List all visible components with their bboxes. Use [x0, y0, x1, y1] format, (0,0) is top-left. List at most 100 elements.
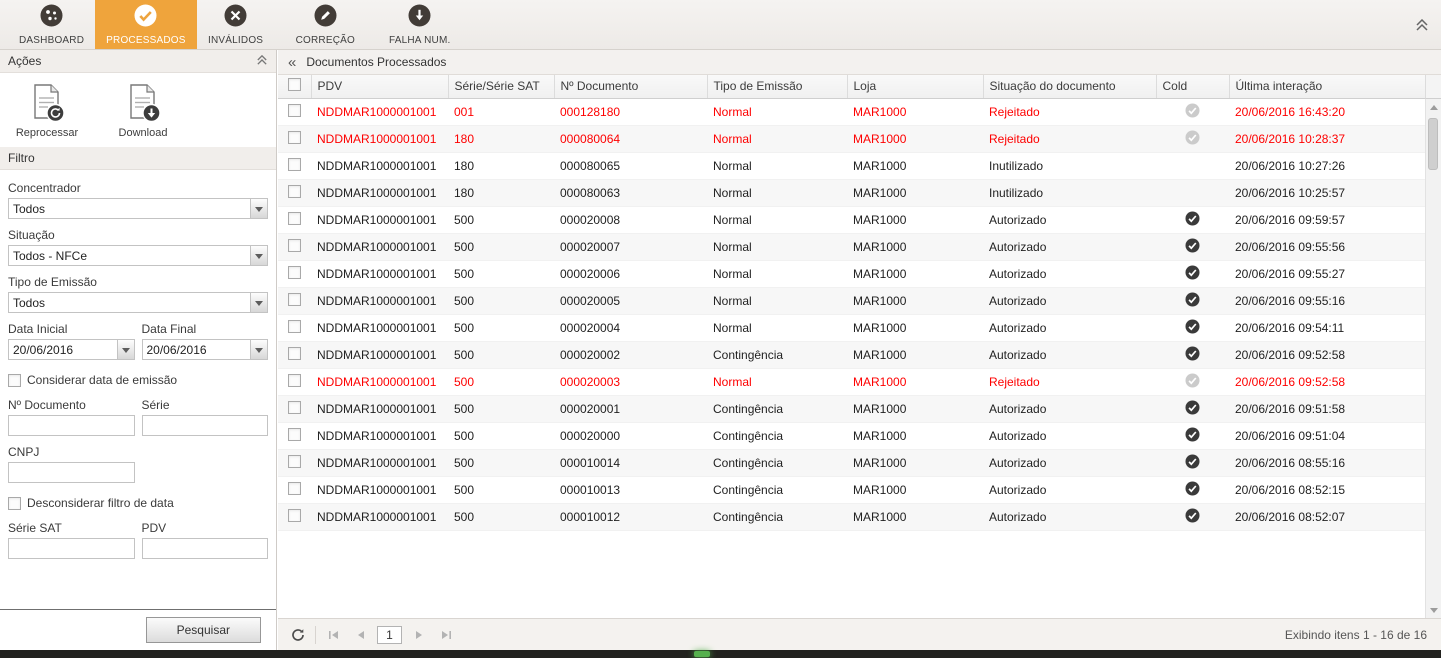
collapse-ribbon-icon[interactable] [1415, 18, 1429, 36]
row-select-cell[interactable] [278, 449, 311, 476]
row-checkbox[interactable] [288, 104, 301, 117]
row-select-cell[interactable] [278, 422, 311, 449]
tab-invalidos[interactable]: INVÁLIDOS [197, 0, 275, 49]
row-checkbox[interactable] [288, 482, 301, 495]
collapse-actions-icon[interactable] [256, 54, 268, 68]
pdv-input[interactable] [142, 538, 269, 559]
table-row[interactable]: NDDMAR1000001001500000020005NormalMAR100… [278, 287, 1425, 314]
search-button[interactable]: Pesquisar [146, 617, 261, 643]
table-row[interactable]: NDDMAR1000001001500000020008NormalMAR100… [278, 206, 1425, 233]
row-checkbox[interactable] [288, 320, 301, 333]
row-select-cell[interactable] [278, 314, 311, 341]
row-checkbox[interactable] [288, 455, 301, 468]
row-select-cell[interactable] [278, 395, 311, 422]
scroll-up-icon[interactable] [1426, 99, 1441, 115]
table-row[interactable]: NDDMAR1000001001500000020001Contingência… [278, 395, 1425, 422]
row-select-cell[interactable] [278, 287, 311, 314]
table-row[interactable]: NDDMAR1000001001180000080065NormalMAR100… [278, 152, 1425, 179]
table-row[interactable]: NDDMAR1000001001500000020006NormalMAR100… [278, 260, 1425, 287]
download-button[interactable]: Download [110, 83, 176, 139]
row-checkbox[interactable] [288, 374, 301, 387]
cell-serie: 500 [448, 287, 554, 314]
column-header[interactable]: Cold [1156, 75, 1229, 98]
chevron-down-icon[interactable] [250, 246, 267, 265]
table-row[interactable]: NDDMAR1000001001001000128180NormalMAR100… [278, 98, 1425, 125]
desconsiderar-filtro-checkbox-row[interactable]: Desconsiderar filtro de data [8, 496, 268, 510]
page-number-input[interactable]: 1 [377, 626, 402, 644]
row-select-cell[interactable] [278, 206, 311, 233]
concentrador-select[interactable]: Todos [8, 198, 268, 219]
column-header[interactable]: Loja [847, 75, 983, 98]
reprocess-button[interactable]: Reprocessar [14, 83, 80, 139]
cold-status-icon [1185, 265, 1200, 280]
row-checkbox[interactable] [288, 428, 301, 441]
column-header[interactable]: Série/Série SAT [448, 75, 554, 98]
row-checkbox[interactable] [288, 347, 301, 360]
row-checkbox[interactable] [288, 158, 301, 171]
row-checkbox[interactable] [288, 239, 301, 252]
row-select-cell[interactable] [278, 260, 311, 287]
last-page-icon[interactable] [436, 625, 456, 645]
previous-page-icon[interactable] [350, 625, 370, 645]
row-select-cell[interactable] [278, 233, 311, 260]
row-checkbox[interactable] [288, 293, 301, 306]
checkbox[interactable] [8, 497, 21, 510]
table-row[interactable]: NDDMAR1000001001180000080064NormalMAR100… [278, 125, 1425, 152]
tab-dashboard[interactable]: DASHBOARD [8, 0, 95, 49]
considerar-data-emissao-checkbox-row[interactable]: Considerar data de emissão [8, 373, 268, 387]
row-select-cell[interactable] [278, 476, 311, 503]
table-row[interactable]: NDDMAR1000001001500000020004NormalMAR100… [278, 314, 1425, 341]
table-row[interactable]: NDDMAR1000001001500000020007NormalMAR100… [278, 233, 1425, 260]
chevron-down-icon[interactable] [250, 340, 267, 359]
collapse-sidebar-icon[interactable]: « [288, 55, 296, 70]
column-header[interactable]: Nº Documento [554, 75, 707, 98]
tab-processados[interactable]: PROCESSADOS [95, 0, 196, 49]
cnpj-input[interactable] [8, 462, 135, 483]
tab-correcao[interactable]: CORREÇÃO [285, 0, 366, 49]
tipo-emissao-select[interactable]: Todos [8, 292, 268, 313]
next-page-icon[interactable] [409, 625, 429, 645]
table-row[interactable]: NDDMAR1000001001500000010013Contingência… [278, 476, 1425, 503]
vertical-scrollbar[interactable] [1425, 99, 1441, 618]
table-row[interactable]: NDDMAR1000001001500000020003NormalMAR100… [278, 368, 1425, 395]
row-checkbox[interactable] [288, 212, 301, 225]
row-checkbox[interactable] [288, 401, 301, 414]
first-page-icon[interactable] [323, 625, 343, 645]
scroll-down-icon[interactable] [1426, 602, 1441, 618]
serie-input[interactable] [142, 415, 269, 436]
select-all-header-cell[interactable] [278, 75, 311, 98]
chevron-down-icon[interactable] [117, 340, 134, 359]
row-select-cell[interactable] [278, 179, 311, 206]
data-final-picker[interactable]: 20/06/2016 [142, 339, 269, 360]
row-select-cell[interactable] [278, 368, 311, 395]
column-header[interactable]: Última interação [1229, 75, 1425, 98]
row-checkbox[interactable] [288, 185, 301, 198]
refresh-icon[interactable] [288, 625, 308, 645]
row-select-cell[interactable] [278, 125, 311, 152]
column-header[interactable]: Tipo de Emissão [707, 75, 847, 98]
num-documento-input[interactable] [8, 415, 135, 436]
row-checkbox[interactable] [288, 266, 301, 279]
column-header[interactable]: PDV [311, 75, 448, 98]
table-row[interactable]: NDDMAR1000001001500000020002Contingência… [278, 341, 1425, 368]
serie-sat-input[interactable] [8, 538, 135, 559]
situacao-select[interactable]: Todos - NFCe [8, 245, 268, 266]
tab-falha-num[interactable]: FALHA NUM. [378, 0, 461, 49]
data-inicial-picker[interactable]: 20/06/2016 [8, 339, 135, 360]
table-row[interactable]: NDDMAR1000001001500000010014Contingência… [278, 449, 1425, 476]
row-select-cell[interactable] [278, 341, 311, 368]
row-checkbox[interactable] [288, 131, 301, 144]
table-row[interactable]: NDDMAR1000001001180000080063NormalMAR100… [278, 179, 1425, 206]
row-checkbox[interactable] [288, 509, 301, 522]
row-select-cell[interactable] [278, 152, 311, 179]
select-all-checkbox[interactable] [288, 78, 301, 91]
row-select-cell[interactable] [278, 98, 311, 125]
column-header[interactable]: Situação do documento [983, 75, 1156, 98]
chevron-down-icon[interactable] [250, 199, 267, 218]
table-row[interactable]: NDDMAR1000001001500000020000Contingência… [278, 422, 1425, 449]
chevron-down-icon[interactable] [250, 293, 267, 312]
scrollbar-thumb[interactable] [1428, 118, 1438, 170]
table-row[interactable]: NDDMAR1000001001500000010012Contingência… [278, 503, 1425, 530]
row-select-cell[interactable] [278, 503, 311, 530]
checkbox[interactable] [8, 374, 21, 387]
